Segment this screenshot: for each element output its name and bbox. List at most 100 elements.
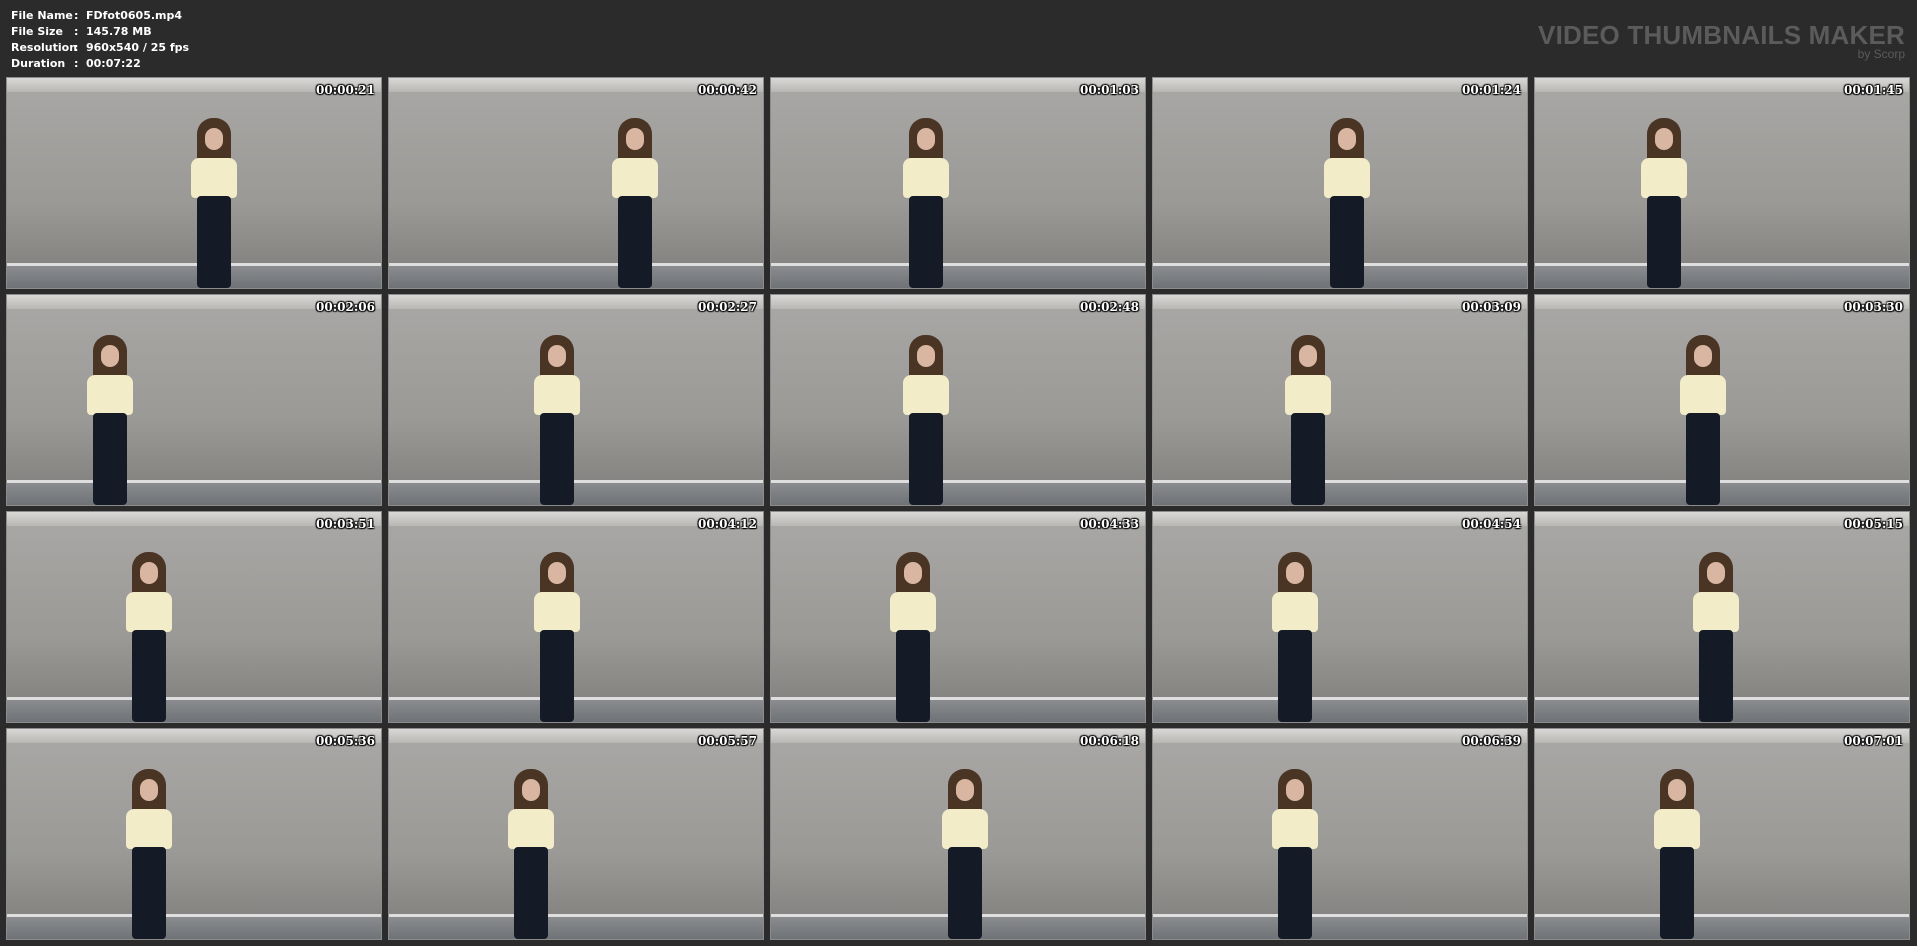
person-figure [183, 118, 245, 288]
person-figure [934, 769, 996, 939]
thumbnail[interactable]: 00:03:09 [1152, 294, 1528, 506]
resolution-value: 960x540 / 25 fps [86, 41, 190, 54]
timestamp: 00:01:45 [1844, 83, 1903, 97]
person-figure [1633, 118, 1695, 288]
timestamp: 00:00:42 [698, 83, 757, 97]
figure-face [1668, 779, 1686, 801]
figure-face [205, 128, 223, 150]
figure-pants [1660, 847, 1694, 939]
timestamp: 00:06:18 [1080, 734, 1139, 748]
thumbnail[interactable]: 00:01:45 [1534, 77, 1910, 289]
separator: : [74, 57, 79, 70]
figure-pants [1647, 196, 1681, 288]
thumbnail[interactable]: 00:05:15 [1534, 511, 1910, 723]
figure-face [917, 128, 935, 150]
thumbnail[interactable]: 00:05:57 [388, 728, 764, 940]
timestamp: 00:03:09 [1462, 300, 1521, 314]
thumbnail[interactable]: 00:01:24 [1152, 77, 1528, 289]
thumbnail[interactable]: 00:07:01 [1534, 728, 1910, 940]
thumbnail[interactable]: 00:03:51 [6, 511, 382, 723]
timestamp: 00:02:48 [1080, 300, 1139, 314]
thumbnail[interactable]: 00:06:18 [770, 728, 1146, 940]
figure-face [548, 562, 566, 584]
figure-shirt [903, 158, 949, 198]
file-size-label: File Size [11, 25, 63, 38]
scene-floor [1153, 483, 1527, 505]
thumbnail[interactable]: 00:01:03 [770, 77, 1146, 289]
figure-shirt [1324, 158, 1370, 198]
scene-floor [7, 483, 381, 505]
figure-shirt [1641, 158, 1687, 198]
thumbnail[interactable]: 00:03:30 [1534, 294, 1910, 506]
figure-pants [197, 196, 231, 288]
timestamp: 00:03:30 [1844, 300, 1903, 314]
figure-shirt [942, 809, 988, 849]
figure-face [904, 562, 922, 584]
file-size-value: 145.78 MB [86, 25, 152, 38]
timestamp: 00:01:03 [1080, 83, 1139, 97]
figure-shirt [534, 592, 580, 632]
figure-pants [93, 413, 127, 505]
thumbnail[interactable]: 00:00:21 [6, 77, 382, 289]
figure-shirt [1272, 592, 1318, 632]
person-figure [118, 552, 180, 722]
person-figure [526, 335, 588, 505]
person-figure [882, 552, 944, 722]
thumbnail[interactable]: 00:04:54 [1152, 511, 1528, 723]
scene-floor [1153, 700, 1527, 722]
figure-shirt [87, 375, 133, 415]
person-figure [1264, 769, 1326, 939]
figure-face [626, 128, 644, 150]
figure-shirt [191, 158, 237, 198]
thumbnail[interactable]: 00:02:27 [388, 294, 764, 506]
figure-pants [896, 630, 930, 722]
timestamp: 00:06:39 [1462, 734, 1521, 748]
person-figure [118, 769, 180, 939]
scene-floor [7, 700, 381, 722]
thumbnail[interactable]: 00:02:48 [770, 294, 1146, 506]
figure-shirt [508, 809, 554, 849]
person-figure [1264, 552, 1326, 722]
thumbnail[interactable]: 00:02:06 [6, 294, 382, 506]
figure-pants [1278, 847, 1312, 939]
timestamp: 00:01:24 [1462, 83, 1521, 97]
person-figure [526, 552, 588, 722]
figure-face [1299, 345, 1317, 367]
person-figure [79, 335, 141, 505]
scene-floor [389, 266, 763, 288]
figure-shirt [612, 158, 658, 198]
timestamp: 00:04:33 [1080, 517, 1139, 531]
timestamp: 00:05:15 [1844, 517, 1903, 531]
thumbnail[interactable]: 00:04:12 [388, 511, 764, 723]
figure-pants [618, 196, 652, 288]
person-figure [1685, 552, 1747, 722]
timestamp: 00:05:36 [316, 734, 375, 748]
person-figure [1316, 118, 1378, 288]
separator: : [74, 9, 79, 22]
figure-shirt [1680, 375, 1726, 415]
duration-value: 00:07:22 [86, 57, 141, 70]
timestamp: 00:05:57 [698, 734, 757, 748]
figure-shirt [1285, 375, 1331, 415]
resolution-row: Resolution : 960x540 / 25 fps [11, 40, 189, 56]
thumbnail[interactable]: 00:06:39 [1152, 728, 1528, 940]
figure-pants [909, 196, 943, 288]
thumbnail[interactable]: 00:05:36 [6, 728, 382, 940]
thumbnail-grid: 00:00:21 00:00:42 00:01:03 00:01:24 00:01:45… [6, 77, 1912, 940]
figure-face [1694, 345, 1712, 367]
figure-pants [1686, 413, 1720, 505]
timestamp: 00:04:54 [1462, 517, 1521, 531]
figure-pants [909, 413, 943, 505]
person-figure [500, 769, 562, 939]
figure-pants [948, 847, 982, 939]
thumbnail[interactable]: 00:04:33 [770, 511, 1146, 723]
scene-floor [771, 700, 1145, 722]
figure-shirt [903, 375, 949, 415]
figure-pants [1699, 630, 1733, 722]
thumbnail[interactable]: 00:00:42 [388, 77, 764, 289]
figure-face [1707, 562, 1725, 584]
figure-face [1655, 128, 1673, 150]
figure-shirt [890, 592, 936, 632]
separator: : [74, 25, 79, 38]
separator: : [74, 41, 79, 54]
